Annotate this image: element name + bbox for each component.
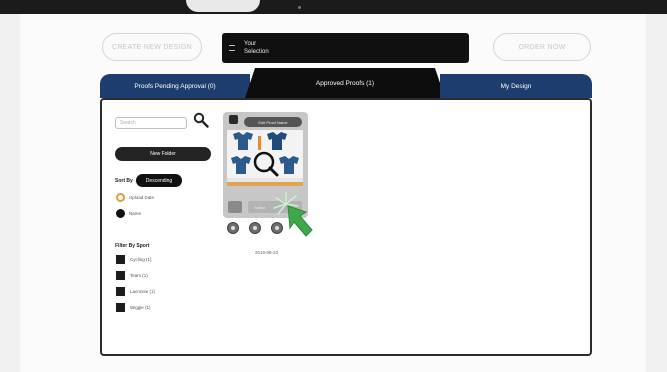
tab-proofs-pending[interactable]: Proofs Pending Approval (0) [100, 74, 250, 98]
create-new-design-button[interactable]: CREATE NEW DESIGN [102, 33, 202, 61]
sort-upload-date-label: Upload Date [129, 195, 155, 200]
top-bar-notch [186, 0, 260, 12]
sort-name-label: Name [129, 211, 142, 216]
tab-approved-proofs[interactable]: Approved Proofs (1) [245, 68, 445, 98]
filter-checkbox-lacrosse[interactable] [116, 287, 125, 296]
tab-my-design[interactable]: My Design [440, 74, 592, 98]
new-folder-button[interactable]: New Folder [115, 147, 211, 161]
content-panel [100, 98, 592, 356]
edit-proof-name-button[interactable]: Edit Proof Name [244, 117, 302, 127]
top-bar [0, 0, 667, 14]
filter-label-wiggle: Wiggle (1) [130, 305, 151, 310]
filter-checkbox-wiggle[interactable] [116, 303, 125, 312]
sort-order-toggle[interactable]: Descending [136, 174, 182, 187]
proof-view-button[interactable] [228, 201, 242, 213]
proof-date: 2016-08-23 [255, 250, 279, 255]
proof-select-button[interactable]: Select [248, 201, 302, 213]
filter-checkbox-cycling[interactable] [116, 255, 125, 264]
proof-color-strip [227, 182, 303, 186]
filter-label-team: Team (1) [130, 273, 148, 278]
proof-action-circle-3[interactable] [271, 222, 283, 234]
filter-by-sport-label: Filter By Sport [115, 243, 150, 249]
sort-name-radio[interactable] [116, 209, 125, 218]
top-bar-dot [298, 6, 301, 9]
filter-label-cycling: Cycling (1) [130, 257, 152, 262]
your-selection-label: Your Selection [244, 41, 269, 55]
proof-select-checkbox[interactable] [229, 115, 238, 124]
search-input[interactable]: Search [115, 117, 187, 129]
sort-upload-date-radio[interactable] [116, 193, 125, 202]
filter-checkbox-team[interactable] [116, 271, 125, 280]
proof-action-circle-2[interactable] [249, 222, 261, 234]
order-now-button[interactable]: ORDER NOW [493, 33, 591, 61]
filter-label-lacrosse: Lacrosse (1) [130, 289, 156, 294]
your-selection-bar[interactable]: Your Selection [222, 33, 469, 63]
menu-icon [229, 45, 235, 51]
search-icon[interactable] [193, 112, 209, 128]
sort-by-label: Sort By [115, 178, 133, 184]
proof-action-circle-1[interactable] [227, 222, 239, 234]
proof-thumbnail[interactable] [227, 130, 303, 186]
